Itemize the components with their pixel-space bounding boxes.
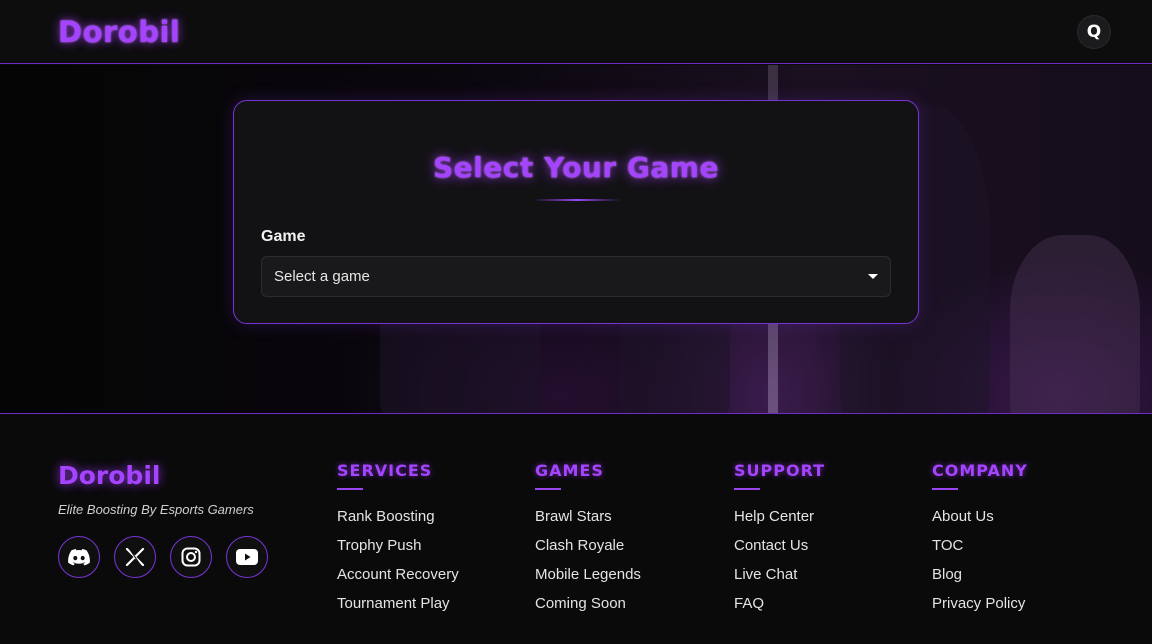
column-underline (734, 488, 760, 490)
discord-button[interactable] (58, 536, 100, 578)
game-select-value: Select a game (274, 268, 370, 285)
footer-link[interactable]: Rank Boosting (337, 508, 527, 537)
footer-link[interactable]: Privacy Policy (932, 595, 1122, 624)
footer-link[interactable]: Trophy Push (337, 537, 527, 566)
youtube-icon (236, 549, 258, 565)
column-underline (337, 488, 363, 490)
footer-column-games: GAMES Brawl Stars Clash Royale Mobile Le… (535, 461, 725, 624)
game-select-card: Select Your Game Game Select a game (233, 100, 919, 324)
footer-column-services: SERVICES Rank Boosting Trophy Push Accou… (337, 461, 527, 624)
footer-link[interactable]: Mobile Legends (535, 566, 725, 595)
column-underline (535, 488, 561, 490)
user-avatar[interactable]: Q (1077, 14, 1111, 49)
instagram-button[interactable] (170, 536, 212, 578)
title-underline (533, 199, 621, 201)
top-navbar: Dorobil Q (0, 0, 1152, 64)
footer-tagline: Elite Boosting By Esports Gamers (58, 502, 254, 517)
discord-icon (68, 548, 90, 565)
site-logo[interactable]: Dorobil (58, 15, 180, 49)
footer-link[interactable]: Clash Royale (535, 537, 725, 566)
game-select-dropdown[interactable]: Select a game (261, 256, 891, 297)
site-footer: Dorobil Elite Boosting By Esports Gamers (0, 415, 1152, 644)
game-field-label: Game (261, 228, 306, 245)
caret-down-icon (868, 274, 878, 279)
social-links (58, 536, 268, 578)
footer-link[interactable]: TOC (932, 537, 1122, 566)
x-twitter-icon (125, 547, 145, 567)
footer-column-company: COMPANY About Us TOC Blog Privacy Policy (932, 461, 1122, 624)
youtube-button[interactable] (226, 536, 268, 578)
footer-link[interactable]: Brawl Stars (535, 508, 725, 537)
column-underline (932, 488, 958, 490)
footer-link[interactable]: Contact Us (734, 537, 924, 566)
footer-link[interactable]: FAQ (734, 595, 924, 624)
footer-link[interactable]: Help Center (734, 508, 924, 537)
column-title: SERVICES (337, 461, 433, 480)
footer-link[interactable]: Tournament Play (337, 595, 527, 624)
footer-link[interactable]: Blog (932, 566, 1122, 595)
footer-link[interactable]: Live Chat (734, 566, 924, 595)
footer-link[interactable]: Coming Soon (535, 595, 725, 624)
card-title: Select Your Game (433, 151, 719, 184)
footer-link[interactable]: About Us (932, 508, 1122, 537)
hero-background-art (1010, 235, 1140, 413)
instagram-icon (181, 547, 201, 567)
column-title: SUPPORT (734, 461, 826, 480)
footer-column-support: SUPPORT Help Center Contact Us Live Chat… (734, 461, 924, 624)
hero-section: Select Your Game Game Select a game (0, 65, 1152, 414)
column-title: GAMES (535, 461, 604, 480)
column-title: COMPANY (932, 461, 1028, 480)
footer-link[interactable]: Account Recovery (337, 566, 527, 595)
x-twitter-button[interactable] (114, 536, 156, 578)
footer-logo[interactable]: Dorobil (58, 461, 160, 490)
